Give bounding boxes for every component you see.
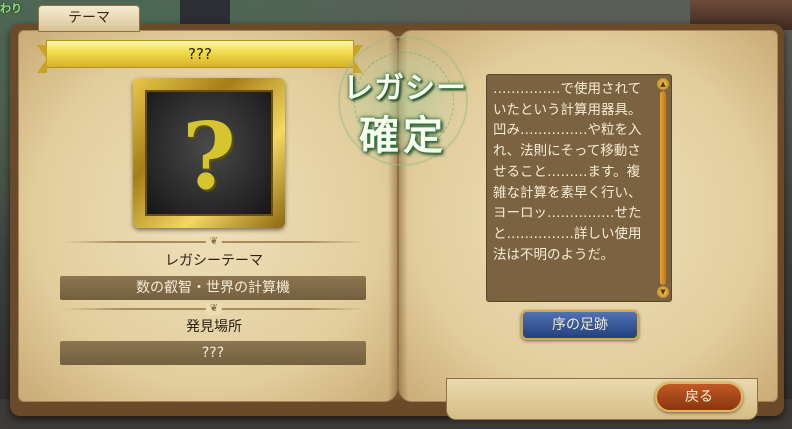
divider-ornament: ❦ [62, 303, 366, 315]
legacy-theme-label: レガシーテーマ [165, 253, 263, 269]
description-text: ……………で使用されていたという計算用器具。凹み……………や粒を入れ、法則にそっ… [493, 81, 642, 263]
discovery-location-label: 発見場所 [186, 319, 242, 335]
ornament-icon: ❦ [205, 303, 223, 315]
divider-ornament: ❦ [62, 236, 366, 248]
theme-title: ??? [188, 45, 212, 63]
scroll-down-arrow-icon[interactable]: ▼ [657, 286, 669, 298]
scroll-up-arrow-icon[interactable]: ▲ [657, 78, 669, 90]
confirmed-stamp-text: 確定 [359, 113, 447, 159]
description-panel[interactable]: ……………で使用されていたという計算用器具。凹み……………や粒を入れ、法則にそっ… [486, 74, 672, 302]
description-scrollbar[interactable]: ▲ ▼ [657, 78, 669, 298]
back-button[interactable]: 戻る [655, 382, 743, 412]
legacy-theme-value: 数の叡智・世界の計算機 [60, 276, 366, 300]
unknown-question-mark-icon: ? [182, 102, 236, 210]
background-chat-text: わり [0, 2, 22, 15]
theme-title-ribbon: ??? [37, 40, 363, 73]
portrait-image: ? [145, 90, 273, 216]
scrollbar-track[interactable] [660, 91, 666, 285]
prologue-footsteps-button[interactable]: 序の足跡 [521, 310, 639, 340]
portrait-frame: ? [133, 78, 285, 228]
discovery-location-value: ??? [60, 341, 366, 365]
legacy-stamp-text: レガシー [343, 71, 467, 106]
ornament-icon: ❦ [205, 236, 223, 248]
tab-theme[interactable]: テーマ [38, 5, 140, 32]
